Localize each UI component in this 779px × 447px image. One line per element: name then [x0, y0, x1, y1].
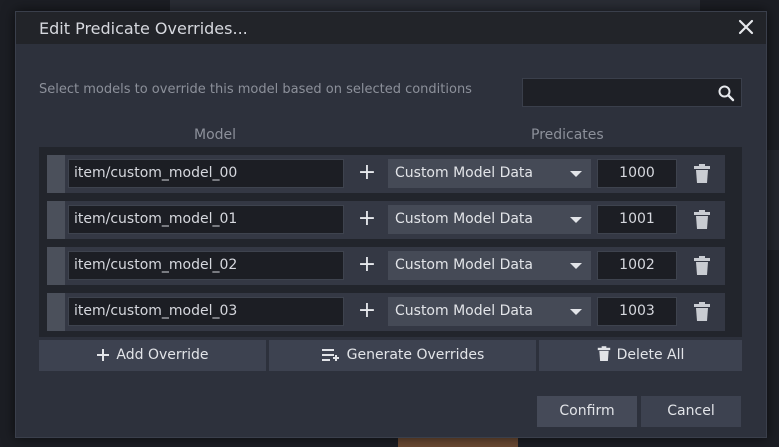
- trash-icon: [597, 346, 610, 361]
- model-path-input[interactable]: item/custom_model_00: [68, 159, 344, 188]
- predicate-value-input[interactable]: 1000: [597, 159, 677, 188]
- search-input[interactable]: [522, 78, 742, 107]
- column-header-model: Model: [194, 127, 237, 143]
- add-override-label: Add Override: [116, 347, 209, 363]
- predicate-select[interactable]: Custom Model Data: [388, 297, 591, 326]
- trash-icon[interactable]: [693, 256, 711, 276]
- column-header-predicates: Predicates: [531, 127, 604, 143]
- add-override-button[interactable]: Add Override: [39, 340, 266, 371]
- predicate-select-value: Custom Model Data: [395, 257, 533, 273]
- background-panel-top: [170, 0, 700, 11]
- caret-down-icon: [570, 171, 582, 177]
- caret-down-icon: [570, 217, 582, 223]
- delete-all-button[interactable]: Delete All: [539, 340, 742, 371]
- override-row: item/custom_model_00 + Custom Model Data…: [47, 155, 725, 193]
- predicate-select[interactable]: Custom Model Data: [388, 205, 591, 234]
- override-list: item/custom_model_00 + Custom Model Data…: [39, 147, 742, 337]
- cancel-button[interactable]: Cancel: [641, 396, 741, 427]
- drag-handle[interactable]: [47, 201, 65, 239]
- trash-icon[interactable]: [693, 210, 711, 230]
- caret-down-icon: [570, 263, 582, 269]
- override-row: item/custom_model_02 + Custom Model Data…: [47, 247, 725, 285]
- model-path-input[interactable]: item/custom_model_03: [68, 297, 344, 326]
- model-path-input[interactable]: item/custom_model_01: [68, 205, 344, 234]
- trash-icon[interactable]: [693, 302, 711, 322]
- search-icon[interactable]: [717, 84, 735, 102]
- drag-handle[interactable]: [47, 293, 65, 331]
- plus-icon: [97, 349, 110, 361]
- predicate-value-input[interactable]: 1001: [597, 205, 677, 234]
- generate-overrides-label: Generate Overrides: [346, 347, 485, 363]
- delete-all-label: Delete All: [616, 347, 685, 363]
- predicate-value-input[interactable]: 1003: [597, 297, 677, 326]
- dialog-title: Edit Predicate Overrides...: [39, 19, 248, 38]
- predicate-select-value: Custom Model Data: [395, 211, 533, 227]
- override-row: item/custom_model_01 + Custom Model Data…: [47, 201, 725, 239]
- predicate-select[interactable]: Custom Model Data: [388, 251, 591, 280]
- caret-down-icon: [570, 309, 582, 315]
- predicate-select-value: Custom Model Data: [395, 165, 533, 181]
- predicate-select-value: Custom Model Data: [395, 303, 533, 319]
- predicate-select[interactable]: Custom Model Data: [388, 159, 591, 188]
- plus-icon[interactable]: +: [355, 251, 379, 280]
- predicate-value-input[interactable]: 1002: [597, 251, 677, 280]
- override-row: item/custom_model_03 + Custom Model Data…: [47, 293, 725, 331]
- confirm-button[interactable]: Confirm: [537, 396, 637, 427]
- trash-icon[interactable]: [693, 164, 711, 184]
- model-path-input[interactable]: item/custom_model_02: [68, 251, 344, 280]
- close-icon[interactable]: [736, 17, 756, 37]
- drag-handle[interactable]: [47, 155, 65, 193]
- background-wood-texture: [398, 438, 518, 447]
- plus-icon[interactable]: +: [355, 159, 379, 188]
- list-add-icon: [321, 349, 339, 361]
- generate-overrides-button[interactable]: Generate Overrides: [269, 340, 536, 371]
- edit-predicate-overrides-dialog: Edit Predicate Overrides... Select model…: [15, 11, 767, 438]
- plus-icon[interactable]: +: [355, 205, 379, 234]
- dialog-description: Select models to override this model bas…: [39, 82, 472, 97]
- drag-handle[interactable]: [47, 247, 65, 285]
- plus-icon[interactable]: +: [355, 297, 379, 326]
- dialog-titlebar: Edit Predicate Overrides...: [16, 12, 766, 44]
- background-side-panel: [767, 150, 779, 250]
